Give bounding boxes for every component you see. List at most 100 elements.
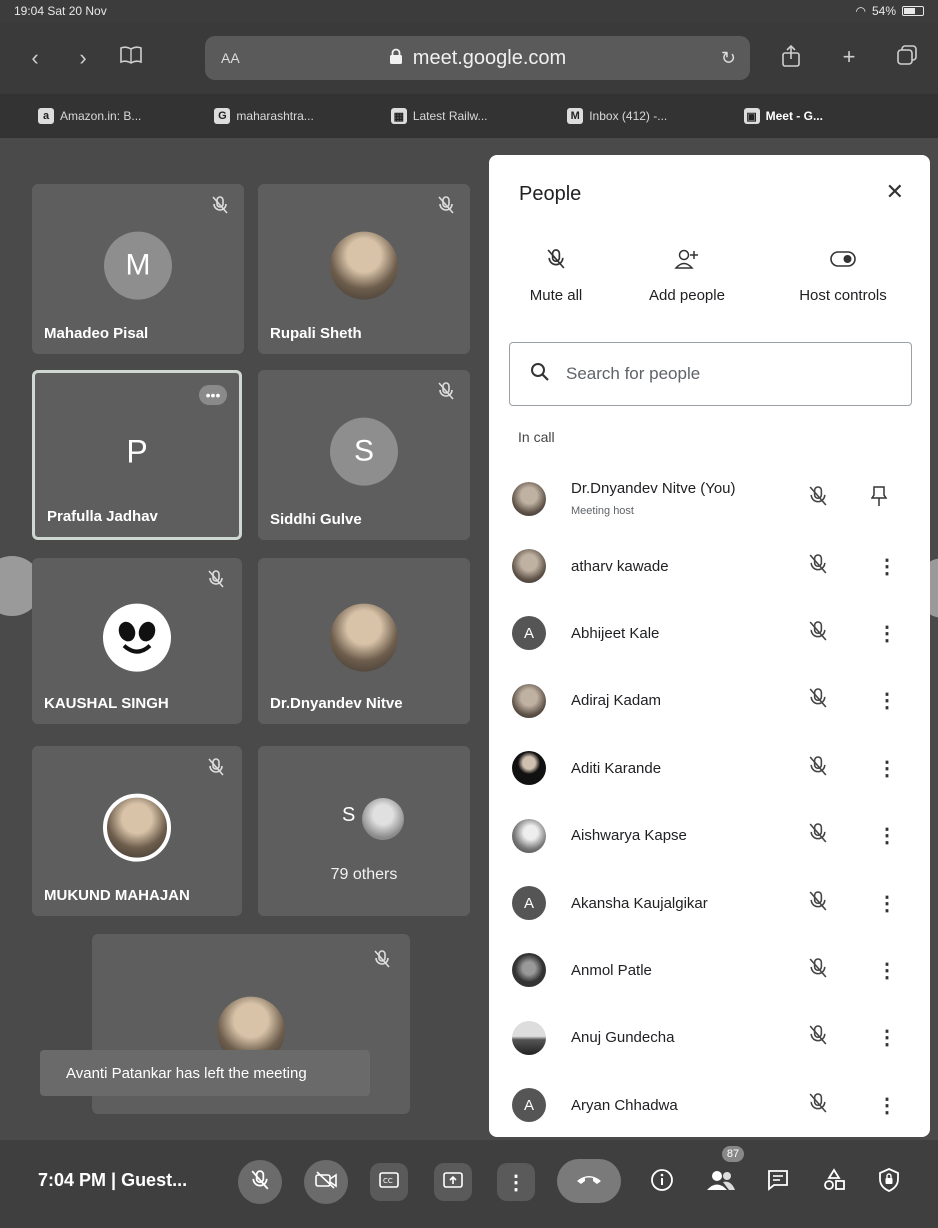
mic-off-icon — [212, 196, 228, 219]
tab-inbox[interactable]: M Inbox (412) -... — [557, 108, 733, 124]
list-item[interactable]: Anmol Patle ⋮ — [489, 937, 930, 1004]
mic-off-icon[interactable] — [809, 620, 827, 647]
participant-tile[interactable]: KAUSHAL SINGH — [32, 558, 242, 724]
more-vert-icon[interactable]: ⋮ — [877, 621, 897, 646]
list-item[interactable]: Aishwarya Kapse ⋮ — [489, 802, 930, 869]
mic-off-icon[interactable] — [809, 553, 827, 580]
mic-off-icon[interactable] — [809, 687, 827, 714]
list-item[interactable]: A Aryan Chhadwa ⋮ — [489, 1072, 930, 1137]
new-tab-icon[interactable]: + — [834, 44, 864, 74]
more-vert-icon[interactable]: ⋮ — [877, 1025, 897, 1050]
more-vert-icon[interactable]: ⋮ — [877, 958, 897, 983]
list-item[interactable]: Aditi Karande ⋮ — [489, 735, 930, 802]
people-icon[interactable] — [706, 1168, 736, 1197]
meeting-time-label: 7:04 PM | Guest... — [38, 1170, 188, 1190]
mute-all-button[interactable]: Mute all — [523, 243, 589, 304]
more-vert-icon[interactable]: ⋮ — [877, 688, 897, 713]
more-vert-icon[interactable]: ⋮ — [877, 756, 897, 781]
bookmarks-icon[interactable] — [116, 45, 146, 71]
others-count: 79 others — [330, 866, 398, 883]
mic-off-icon[interactable] — [809, 1024, 827, 1051]
mic-off-icon[interactable] — [809, 957, 827, 984]
participant-tile[interactable]: Dr.Dnyandev Nitve — [258, 558, 470, 724]
list-item[interactable]: A Akansha Kaujalgikar ⋮ — [489, 869, 930, 936]
close-icon[interactable]: ✕ — [886, 179, 904, 205]
tab-amazon[interactable]: a Amazon.in: B... — [28, 108, 204, 124]
captions-button[interactable]: CC — [370, 1163, 408, 1201]
google-favicon-icon: G — [214, 108, 231, 124]
participant-tile[interactable]: MUKUND MAHAJAN — [32, 746, 242, 916]
mic-off-icon — [208, 570, 224, 593]
activities-icon[interactable] — [822, 1168, 846, 1197]
reload-icon[interactable]: ↻ — [721, 48, 736, 69]
end-call-button[interactable] — [557, 1159, 621, 1203]
participant-name: Prafulla Jadhav — [47, 508, 158, 525]
reader-aa-button[interactable]: AA — [221, 50, 240, 66]
participant-tile[interactable]: Rupali Sheth — [258, 184, 470, 354]
address-bar[interactable]: AA meet.google.com ↻ — [205, 36, 750, 80]
mic-off-icon[interactable] — [809, 890, 827, 917]
forward-icon[interactable]: › — [68, 45, 98, 71]
participant-tile-selected[interactable]: ••• P Prafulla Jadhav — [32, 370, 242, 540]
camera-toggle-button[interactable] — [304, 1160, 348, 1204]
avatar: S — [330, 417, 398, 486]
tabs-overview-icon[interactable] — [892, 44, 922, 74]
tab-meet[interactable]: ▣ Meet - G... — [734, 108, 910, 124]
url-text: meet.google.com — [412, 46, 567, 69]
participant-name: Mahadeo Pisal — [44, 325, 149, 342]
close-tab-icon[interactable]: ▣ — [743, 108, 760, 124]
pin-icon[interactable] — [870, 485, 888, 512]
avatar: M — [104, 231, 172, 300]
search-input[interactable] — [566, 364, 866, 384]
participant-name: atharv kawade — [571, 557, 669, 575]
mic-toggle-button[interactable] — [238, 1160, 282, 1204]
participant-name: MUKUND MAHAJAN — [44, 887, 190, 904]
status-bar: 19:04 Sat 20 Nov ◠ 54% — [0, 0, 938, 22]
add-people-button[interactable]: Add people — [639, 243, 735, 304]
participant-role: Meeting host — [571, 505, 634, 517]
phone-hangup-icon — [575, 1172, 603, 1190]
chat-icon[interactable] — [766, 1168, 790, 1197]
others-initial: S — [342, 804, 356, 826]
mute-all-label: Mute all — [529, 287, 583, 304]
info-icon[interactable] — [650, 1168, 674, 1197]
share-icon[interactable] — [776, 44, 806, 74]
participant-tile[interactable]: M Mahadeo Pisal — [32, 184, 244, 354]
mic-off-icon[interactable] — [809, 1092, 827, 1119]
more-options-button[interactable]: ••• — [199, 385, 227, 405]
more-vert-icon[interactable]: ⋮ — [877, 891, 897, 916]
host-shield-icon[interactable] — [878, 1168, 900, 1197]
host-controls-button[interactable]: Host controls — [785, 243, 901, 304]
mic-off-icon[interactable] — [809, 755, 827, 782]
mic-off-icon[interactable] — [809, 485, 827, 512]
mic-off-icon[interactable] — [809, 822, 827, 849]
left-meeting-toast: Avanti Patankar has left the meeting — [40, 1050, 370, 1096]
more-options-button[interactable]: ⋮ — [497, 1163, 535, 1201]
others-tile[interactable]: S 79 others — [258, 746, 470, 916]
more-vert-icon[interactable]: ⋮ — [877, 554, 897, 579]
participant-name: Rupali Sheth — [270, 325, 362, 342]
present-button[interactable] — [434, 1163, 472, 1201]
list-item[interactable]: A Abhijeet Kale ⋮ — [489, 600, 930, 667]
site-favicon-icon: ▦ — [390, 108, 407, 124]
gmail-favicon-icon: M — [567, 108, 584, 124]
tab-strip: a Amazon.in: B... G maharashtra... ▦ Lat… — [0, 94, 938, 138]
list-item[interactable]: atharv kawade ⋮ — [489, 532, 930, 599]
list-item[interactable]: Anuj Gundecha ⋮ — [489, 1004, 930, 1071]
tab-google-search[interactable]: G maharashtra... — [204, 108, 380, 124]
list-item[interactable]: Dr.Dnyandev Nitve (You) Meeting host — [489, 465, 930, 532]
avatar — [330, 603, 398, 672]
participant-name: Anmol Patle — [571, 961, 652, 979]
more-vert-icon[interactable]: ⋮ — [877, 823, 897, 848]
participant-tile[interactable]: S Siddhi Gulve — [258, 370, 470, 540]
wifi-icon: ◠ — [855, 4, 866, 18]
avatar — [362, 798, 404, 840]
list-item[interactable]: Adiraj Kadam ⋮ — [489, 667, 930, 734]
search-box[interactable] — [509, 342, 912, 406]
avatar — [330, 231, 398, 300]
participant-name: KAUSHAL SINGH — [44, 695, 169, 712]
avatar: P — [126, 433, 148, 470]
more-vert-icon[interactable]: ⋮ — [877, 1093, 897, 1118]
back-icon[interactable]: ‹ — [20, 45, 50, 71]
tab-railway[interactable]: ▦ Latest Railw... — [381, 108, 557, 124]
